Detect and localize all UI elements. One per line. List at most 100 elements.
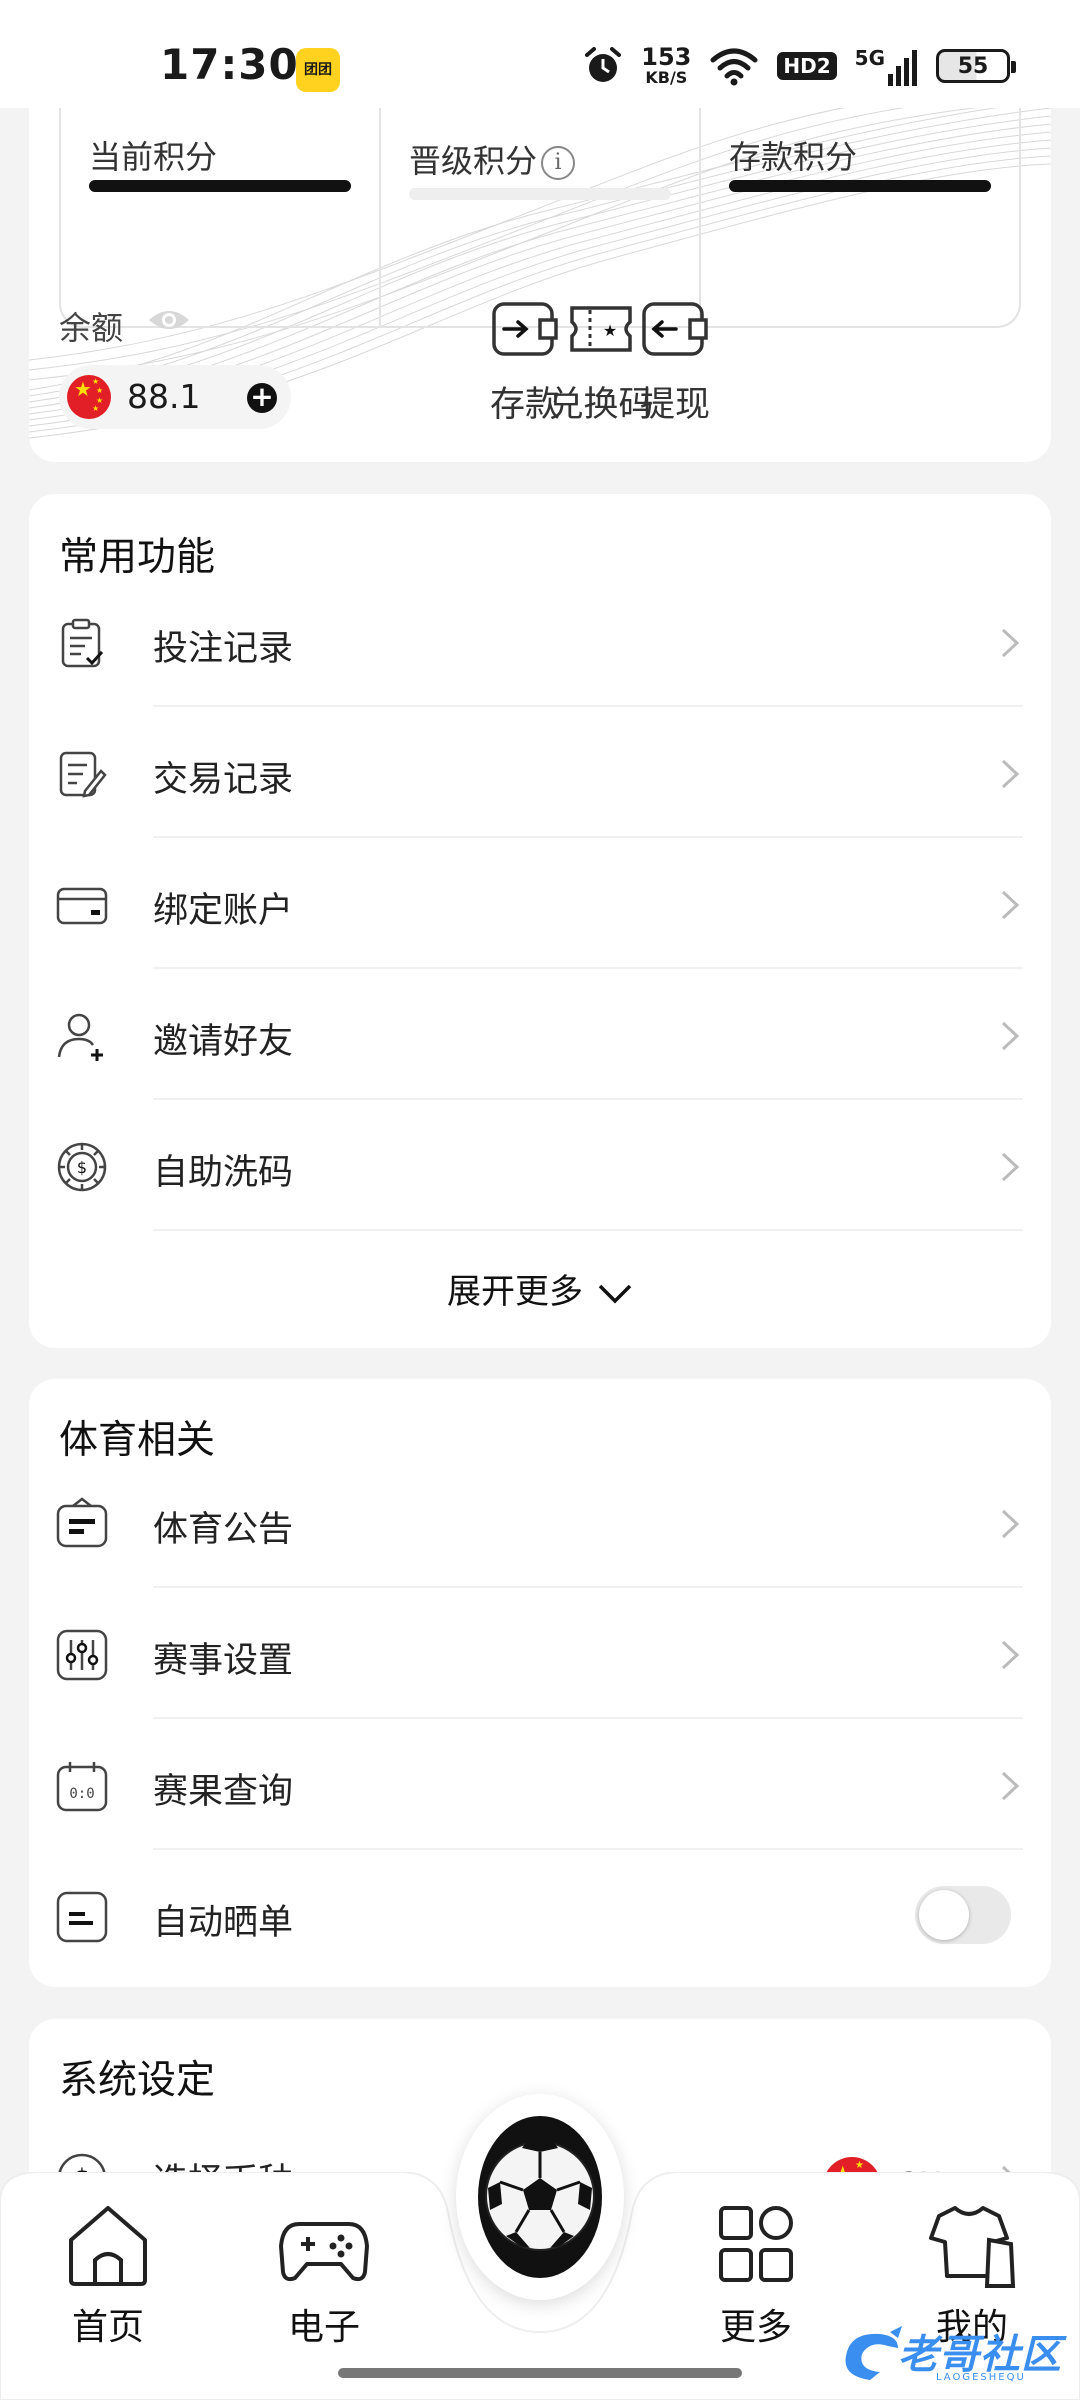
chevron-right-icon (1001, 1509, 1020, 1539)
net-speed-value: 153 (641, 43, 692, 71)
svg-text:$: $ (77, 1158, 87, 1177)
eye-icon[interactable] (147, 300, 191, 340)
profile-shirt-icon (929, 2206, 1016, 2288)
current-points-label: 当前积分 (89, 138, 218, 176)
network-type: 5G (854, 46, 885, 70)
gamepad-icon (279, 2222, 369, 2282)
deposit-points: 存款积分 (701, 108, 1019, 326)
chevron-down-icon (598, 1284, 632, 1303)
list-item-auto-share: 自动晒单 (29, 1850, 1051, 1981)
center-button-inner (478, 2116, 602, 2278)
announcement-icon (56, 1497, 108, 1548)
home-icon (69, 2206, 147, 2286)
list-item-transaction-record[interactable]: 交易记录 (29, 707, 1051, 838)
battery-icon: 55 (936, 49, 1016, 83)
divider (153, 1229, 1023, 1231)
sports-card: 体育相关 体育公告 赛事设置 0:0 赛果查询 自动晒单 (29, 1379, 1051, 1987)
chevron-right-icon (1001, 759, 1020, 789)
balance-pill[interactable]: ★ ★ ★ ★ ★ 88.1 + (59, 365, 291, 429)
settings-sliders-icon (56, 1629, 108, 1681)
svg-text:0:0: 0:0 (69, 1786, 94, 1802)
chevron-right-icon (1001, 1771, 1020, 1801)
invite-friends-label: 邀请好友 (153, 1022, 294, 1062)
bet-record-label: 投注记录 (153, 629, 294, 669)
points-summary: 当前积分 晋级积分 i 存款积分 (59, 108, 1021, 328)
chevron-right-icon (1001, 1640, 1020, 1670)
balance-label: 余额 (59, 309, 124, 347)
bank-card-icon (56, 887, 108, 925)
status-time: 17:30 (160, 40, 299, 89)
watermark-subtext: LAOGESHEQU (936, 2372, 1026, 2383)
withdraw-wallet-icon (642, 302, 708, 356)
withdraw-button[interactable]: 提现 (615, 298, 735, 427)
upgrade-points-text: 晋级积分 (409, 142, 538, 180)
add-balance-icon[interactable]: + (247, 383, 277, 413)
list-item-sports-announcement[interactable]: 体育公告 (29, 1457, 1051, 1588)
sports-announcement-label: 体育公告 (153, 1510, 294, 1550)
watermark-logo-icon (845, 2326, 902, 2380)
wifi-icon (710, 48, 758, 86)
notification-app-icon: 团团 (296, 48, 340, 92)
deposit-points-label: 存款积分 (729, 138, 858, 176)
common-functions-title: 常用功能 (59, 535, 216, 580)
list-item-results-query[interactable]: 0:0 赛果查询 (29, 1719, 1051, 1850)
upgrade-points-label: 晋级积分 i (409, 136, 576, 182)
net-speed-unit: KB/S (645, 68, 688, 87)
list-item-invite-friends[interactable]: 邀请好友 (29, 969, 1051, 1100)
nav-more[interactable]: 更多 (686, 2202, 826, 2350)
list-item-self-rebate[interactable]: $ 自助洗码 (29, 1100, 1051, 1231)
auto-share-label: 自动晒单 (153, 1903, 294, 1943)
chevron-right-icon (1001, 1021, 1020, 1051)
self-rebate-label: 自助洗码 (153, 1153, 294, 1193)
info-icon[interactable]: i (541, 146, 576, 180)
battery-level: 55 (957, 53, 989, 79)
score-calendar-icon: 0:0 (56, 1762, 108, 1812)
auto-share-icon (56, 1891, 108, 1943)
expand-more-label: 展开更多 (447, 1272, 583, 1312)
rebate-chip-icon: $ (57, 1142, 107, 1192)
center-sports-button[interactable] (456, 2094, 624, 2300)
upgrade-points: 晋级积分 i (381, 108, 701, 326)
nav-electronic[interactable]: 电子 (254, 2202, 394, 2350)
bind-account-label: 绑定账户 (153, 891, 294, 931)
transaction-record-label: 交易记录 (153, 760, 294, 800)
nav-electronic-label: 电子 (287, 2307, 360, 2348)
chevron-right-icon (1001, 890, 1020, 920)
status-bar: 17:30 团团 153 KB/S HD2 5G 55 (0, 0, 1080, 108)
nav-home[interactable]: 首页 (38, 2202, 178, 2350)
watermark: 老哥社区 LAOGESHEQU (840, 2322, 1070, 2388)
results-query-label: 赛果查询 (153, 1772, 294, 1812)
account-card: 当前积分 晋级积分 i 存款积分 余额 ★ ★ ★ ★ ★ 88.1 + 存款 … (29, 60, 1051, 462)
signal-bars-icon (888, 50, 917, 86)
expand-more-button[interactable]: 展开更多 (29, 1264, 1051, 1313)
common-functions-card: 常用功能 投注记录 交易记录 绑定账户 邀请好友 $ 自助洗码 展开更多 (29, 494, 1051, 1348)
upgrade-points-bar (409, 188, 671, 200)
deposit-points-bar (729, 180, 991, 192)
hd-badge: HD2 (777, 52, 837, 80)
alarm-icon (585, 47, 622, 82)
transaction-record-icon (59, 751, 107, 798)
withdraw-label: 提现 (639, 385, 710, 425)
list-item-bind-account[interactable]: 绑定账户 (29, 838, 1051, 969)
current-points-bar (89, 180, 351, 192)
bet-record-clipboard-icon (61, 618, 104, 668)
nav-home-label: 首页 (71, 2307, 144, 2348)
bottom-nav: 首页 电子 更多 我的 老哥社区 LAOGESHEQU (0, 2094, 1080, 2400)
grid-more-icon (719, 2206, 793, 2282)
system-settings-title: 系统设定 (59, 2058, 216, 2103)
auto-share-toggle[interactable] (915, 1886, 1011, 1944)
current-points: 当前积分 (61, 108, 381, 326)
net-speed: 153 KB/S (641, 45, 691, 87)
chevron-right-icon (1001, 1152, 1020, 1182)
chevron-right-icon (1001, 628, 1020, 658)
list-item-bet-record[interactable]: 投注记录 (29, 576, 1051, 707)
soccer-ball-icon (485, 2140, 595, 2251)
nav-more-label: 更多 (719, 2307, 792, 2348)
balance-value: 88.1 (127, 377, 201, 416)
event-settings-label: 赛事设置 (153, 1641, 294, 1681)
status-indicators: 153 KB/S HD2 5G 55 (583, 40, 1016, 92)
invite-user-icon (57, 1013, 103, 1061)
list-item-event-settings[interactable]: 赛事设置 (29, 1588, 1051, 1719)
signal-indicator: 5G (855, 46, 918, 86)
home-indicator[interactable] (338, 2368, 742, 2378)
